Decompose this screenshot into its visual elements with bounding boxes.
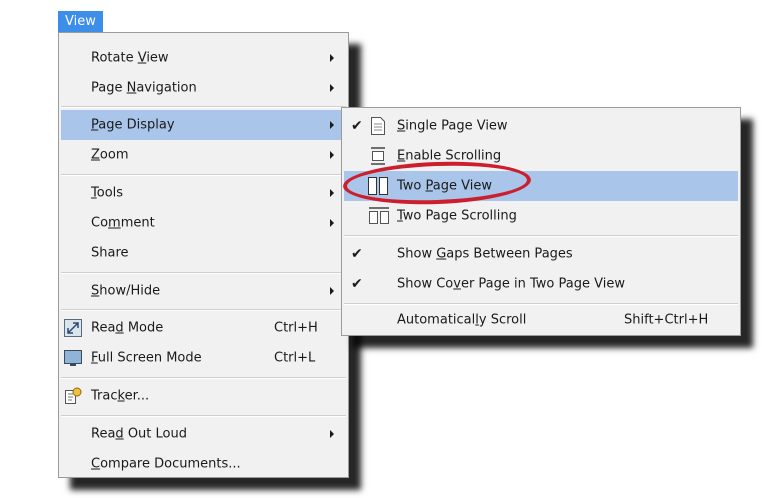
view-menu: Rotate View Page Navigation Page Display…: [58, 32, 349, 478]
menu-item-label: Show Gaps Between Pages: [397, 246, 573, 262]
menu-separator: [61, 309, 346, 311]
menu-item-shortcut: Shift+Ctrl+H: [624, 312, 709, 328]
menu-item-label: Tools: [91, 185, 124, 201]
submenu-arrow-icon: [330, 287, 334, 295]
submenu-arrow-icon: [330, 84, 334, 92]
read-mode-icon: [64, 319, 82, 337]
menu-item-page-display[interactable]: Page Display: [61, 110, 346, 140]
menu-item-read-mode[interactable]: Read Mode Ctrl+H: [61, 313, 346, 343]
submenu-arrow-icon: [330, 189, 334, 197]
menu-item-label: Zoom: [91, 147, 129, 163]
view-menu-tab[interactable]: View: [58, 11, 103, 32]
menu-separator: [61, 174, 346, 176]
submenu-arrow-icon: [330, 430, 334, 438]
page-display-submenu: ✔ Single Page View Enable Scrolling Two …: [341, 107, 741, 336]
menu-item-full-screen-mode[interactable]: Full Screen Mode Ctrl+L: [61, 343, 346, 373]
menu-item-show-cover-page[interactable]: ✔ Show Cover Page in Two Page View: [344, 269, 738, 299]
menu-separator: [61, 106, 346, 108]
menu-item-tracker[interactable]: Tracker...: [61, 381, 346, 411]
menu-item-label: Page Navigation: [91, 80, 197, 96]
menu-item-rotate-view[interactable]: Rotate View: [61, 43, 346, 73]
menu-item-compare-documents[interactable]: Compare Documents...: [61, 449, 346, 479]
menu-item-label: Share: [91, 245, 129, 261]
tracker-icon: [65, 387, 82, 404]
menu-item-label: Two Page Scrolling: [397, 208, 517, 224]
checkmark-icon: ✔: [351, 276, 363, 292]
menu-item-label: Show Cover Page in Two Page View: [397, 276, 625, 292]
menu-item-label: Automatically Scroll: [397, 312, 527, 328]
checkmark-icon: ✔: [351, 246, 363, 262]
menu-item-label: Full Screen Mode: [91, 350, 202, 366]
menu-item-single-page-view[interactable]: ✔ Single Page View: [344, 111, 738, 141]
menu-item-shortcut: Ctrl+H: [274, 320, 318, 336]
monitor-icon: [64, 350, 82, 366]
scrolling-icon: [371, 147, 385, 165]
submenu-arrow-icon: [330, 54, 334, 62]
menu-separator: [61, 377, 346, 379]
menu-item-label: Comment: [91, 215, 155, 231]
submenu-arrow-icon: [330, 121, 334, 129]
menu-item-two-page-scrolling[interactable]: Two Page Scrolling: [344, 201, 738, 231]
checkmark-icon: ✔: [351, 118, 363, 134]
menu-item-label: Single Page View: [397, 118, 508, 134]
menu-item-label: Show/Hide: [91, 283, 161, 299]
menu-separator: [61, 415, 346, 417]
menu-item-label: Tracker...: [91, 388, 150, 404]
menu-item-show-hide[interactable]: Show/Hide: [61, 276, 346, 306]
menu-item-comment[interactable]: Comment: [61, 208, 346, 238]
menu-separator: [344, 303, 738, 305]
menu-item-label: Read Mode: [91, 320, 164, 336]
menu-item-page-navigation[interactable]: Page Navigation: [61, 73, 346, 103]
two-page-scrolling-icon: [369, 207, 389, 224]
menu-item-label: Rotate View: [91, 50, 169, 66]
menu-item-automatically-scroll[interactable]: Automatically Scroll Shift+Ctrl+H: [344, 305, 738, 335]
menu-item-zoom[interactable]: Zoom: [61, 140, 346, 170]
submenu-arrow-icon: [330, 151, 334, 159]
menu-item-shortcut: Ctrl+L: [274, 350, 316, 366]
menu-item-tools[interactable]: Tools: [61, 178, 346, 208]
submenu-arrow-icon: [330, 219, 334, 227]
menu-separator: [344, 235, 738, 237]
menu-item-show-gaps[interactable]: ✔ Show Gaps Between Pages: [344, 239, 738, 269]
menu-item-label: Compare Documents...: [91, 456, 241, 472]
single-page-icon: [371, 117, 385, 135]
menu-item-share[interactable]: Share: [61, 238, 346, 268]
menu-item-label: Page Display: [91, 117, 175, 133]
menu-item-read-out-loud[interactable]: Read Out Loud: [61, 419, 346, 449]
menu-separator: [61, 272, 346, 274]
menu-item-label: Read Out Loud: [91, 426, 187, 442]
